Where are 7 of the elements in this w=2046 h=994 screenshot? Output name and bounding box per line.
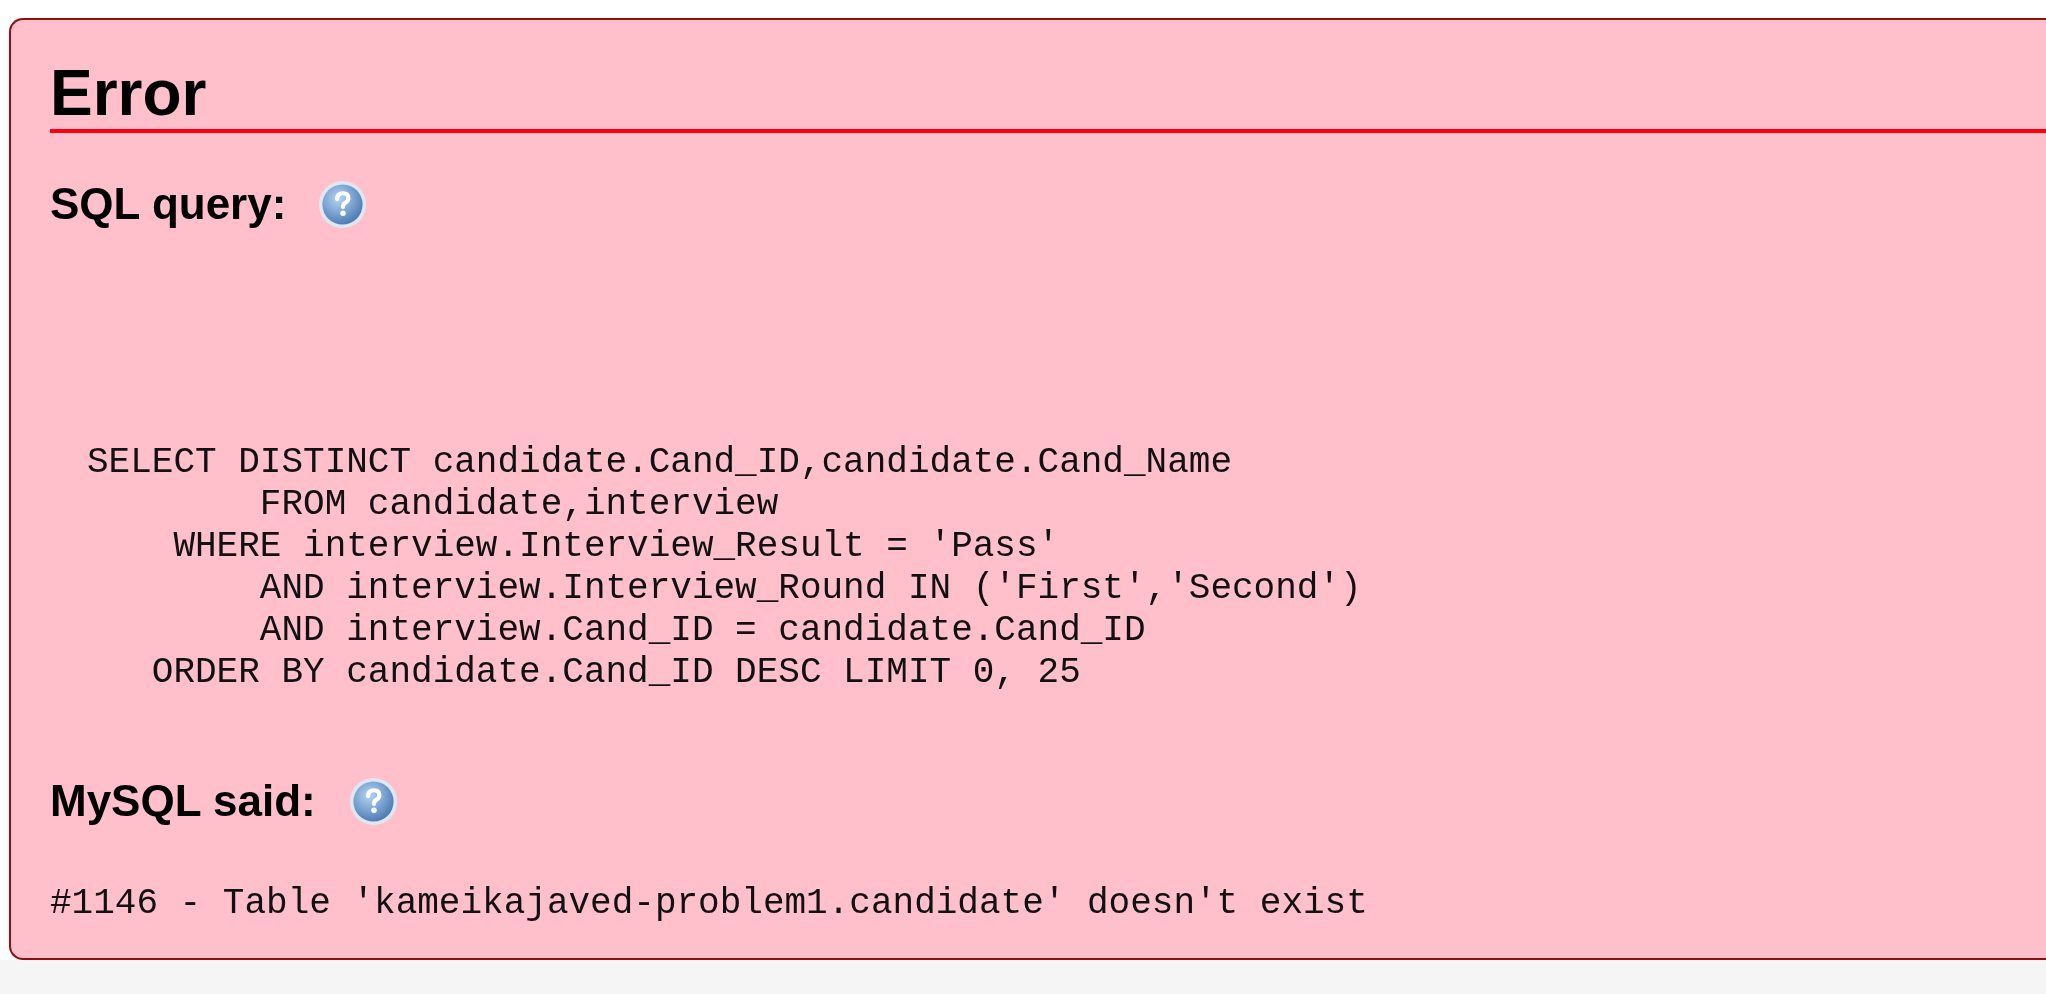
mysql-said-label: MySQL said: [50,776,316,826]
sql-query-label: SQL query: [50,179,287,229]
sql-query-code: SELECT DISTINCT candidate.Cand_ID,candidate.Cand_Name FROM candidate,interview WHERE interview.Interview_Result = 'Pass' AND interview.Interview_Round IN ('First','Second') AND interview.Cand_ID = candidate.Cand_ID ORDER BY candidate.Cand_ID DESC LIMIT 0, 25 [86,442,1362,694]
error-message: #1146 - Table 'kameikajaved-problem1.candidate' doesn't exist [50,883,1368,925]
help-icon[interactable] [348,776,398,826]
error-title: Error [50,61,207,125]
help-icon[interactable] [318,179,368,229]
